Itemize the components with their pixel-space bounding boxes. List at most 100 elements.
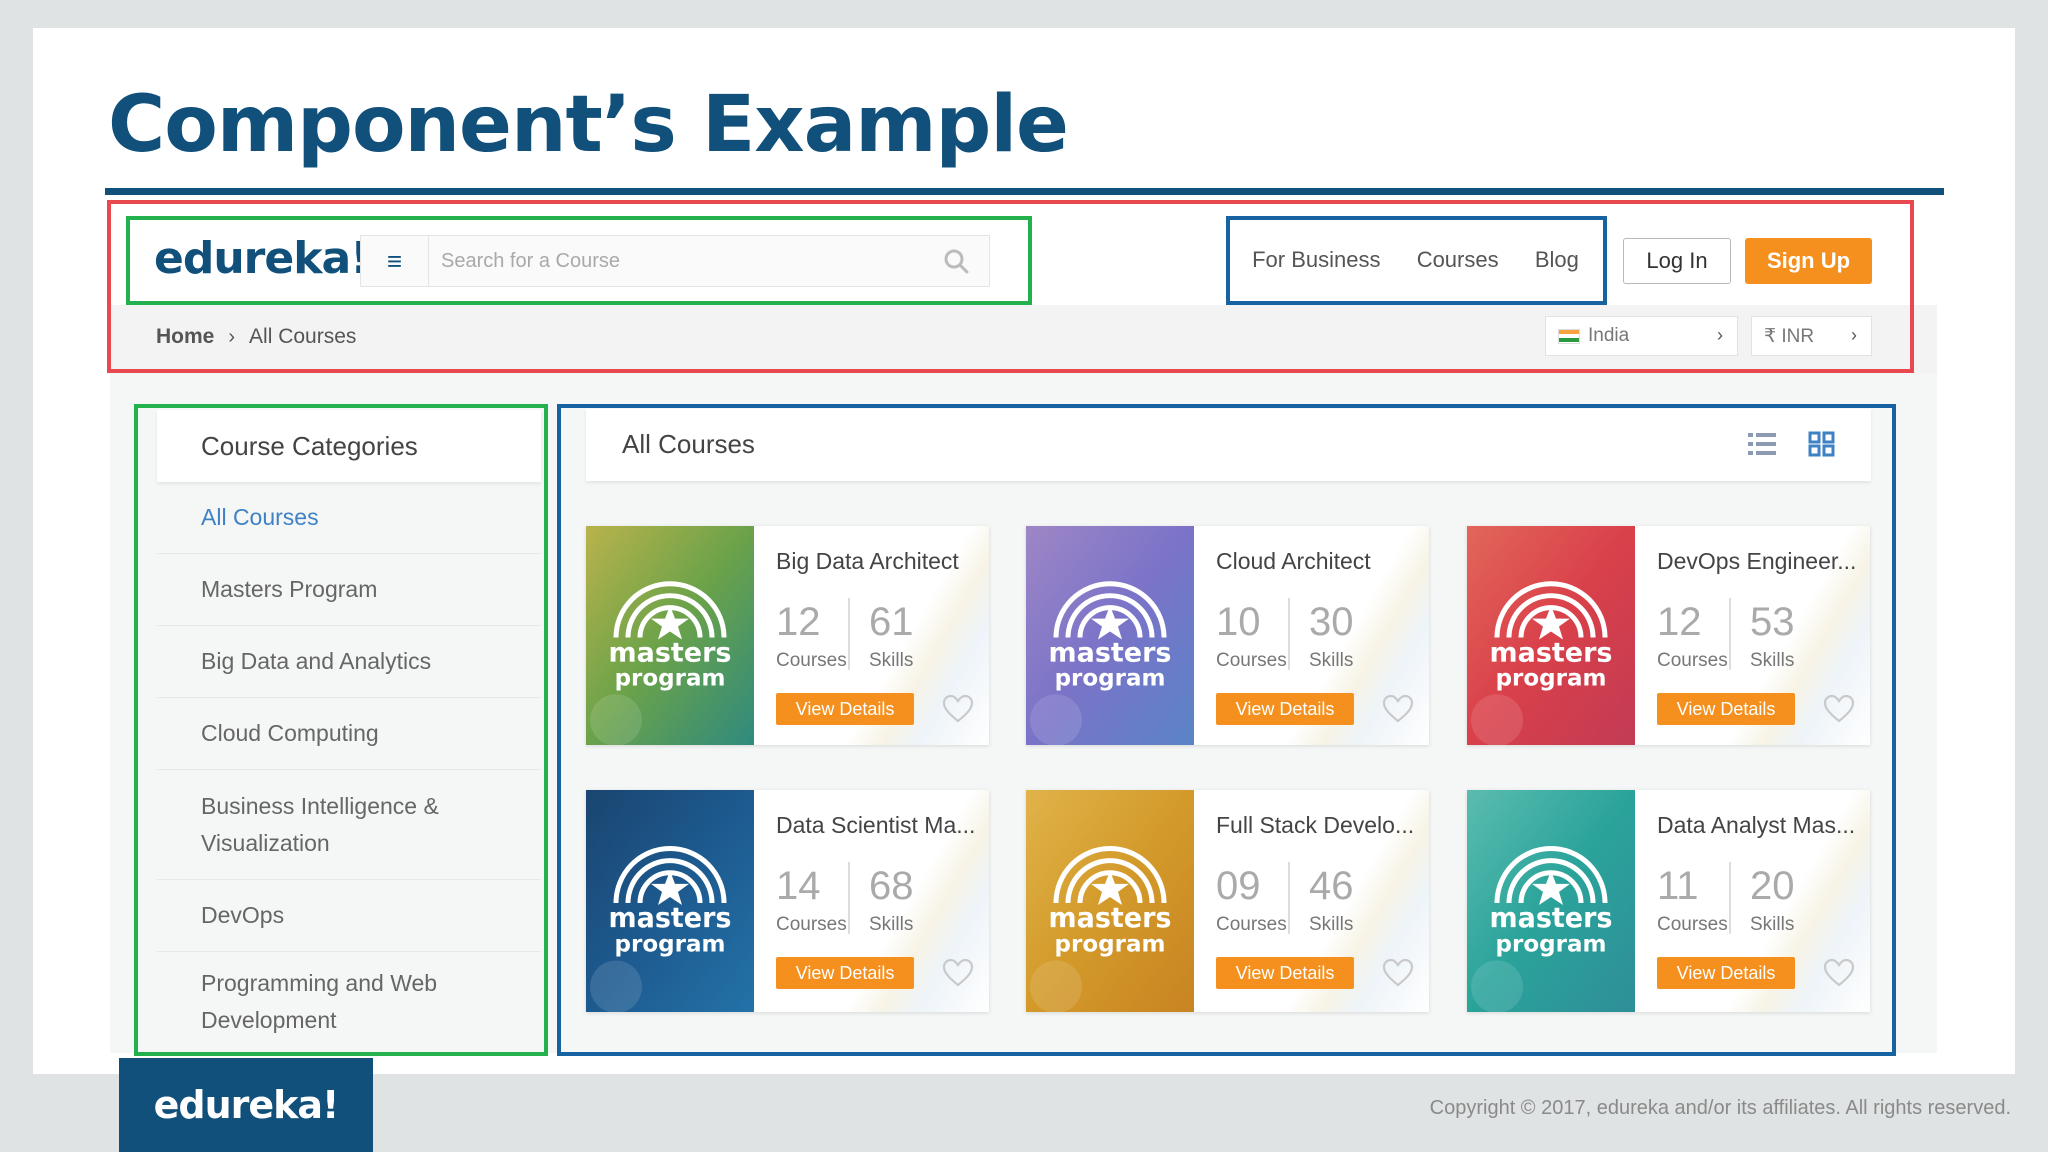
site-logo[interactable]: edureka! — [154, 233, 370, 284]
courses-count: 11 — [1657, 864, 1699, 908]
course-title[interactable]: Cloud Architect — [1216, 548, 1371, 575]
thumb-text-masters: masters — [1490, 637, 1613, 668]
masters-program-thumbnail[interactable]: masters program — [586, 526, 754, 745]
course-card[interactable]: masters program Big Data Architect 12 Co… — [586, 526, 989, 745]
country-selector[interactable]: India › — [1545, 316, 1738, 356]
skills-label: Skills — [869, 650, 914, 671]
skills-label: Skills — [1309, 914, 1354, 935]
thumb-text-program: program — [615, 665, 726, 691]
masters-program-thumbnail[interactable]: masters program — [1026, 790, 1194, 1012]
course-title[interactable]: Data Analyst Mas... — [1657, 812, 1855, 839]
sidebar-item-devops[interactable]: DevOps — [157, 880, 541, 952]
thumb-text-masters: masters — [1049, 637, 1172, 668]
skills-count: 46 — [1309, 864, 1354, 908]
sidebar-item-big-data[interactable]: Big Data and Analytics — [157, 626, 541, 698]
view-details-button[interactable]: View Details — [776, 693, 914, 725]
masters-program-thumbnail[interactable]: masters program — [1467, 790, 1635, 1012]
course-title[interactable]: DevOps Engineer... — [1657, 548, 1856, 575]
courses-count: 12 — [1657, 600, 1702, 644]
chevron-right-icon: › — [1851, 325, 1857, 345]
stat-divider — [1729, 862, 1731, 934]
course-card[interactable]: masters program Cloud Architect 10 Cours… — [1026, 526, 1429, 745]
breadcrumb-current: All Courses — [249, 325, 357, 348]
masters-program-thumbnail[interactable]: masters program — [1026, 526, 1194, 745]
course-card[interactable]: masters program DevOps Engineer... 12 Co… — [1467, 526, 1870, 745]
heart-icon[interactable] — [1382, 958, 1414, 988]
heart-icon[interactable] — [1382, 694, 1414, 724]
copyright-text: Copyright © 2017, edureka and/or its aff… — [1429, 1097, 2011, 1119]
masters-badge-icon: masters program — [1467, 526, 1635, 745]
view-details-button[interactable]: View Details — [1657, 957, 1795, 989]
course-title[interactable]: Big Data Architect — [776, 548, 959, 575]
sidebar-item-business-intelligence[interactable]: Business Intelligence & Visualization — [157, 770, 541, 880]
thumb-text-program: program — [1055, 665, 1166, 691]
courses-count: 14 — [776, 864, 821, 908]
main-title: All Courses — [622, 429, 755, 459]
nav-blog[interactable]: Blog — [1535, 247, 1579, 273]
course-card-body: DevOps Engineer... 12 Courses 53 Skills … — [1635, 526, 1870, 745]
masters-badge-icon: masters program — [586, 526, 754, 745]
currency-value: ₹ INR — [1764, 325, 1815, 347]
breadcrumb: Home › All Courses — [156, 325, 356, 349]
signup-button[interactable]: Sign Up — [1745, 238, 1872, 284]
sidebar-item-programming-web[interactable]: Programming and Web Development — [157, 952, 541, 1052]
heart-icon[interactable] — [942, 958, 974, 988]
login-button[interactable]: Log In — [1623, 238, 1731, 284]
thumb-text-masters: masters — [1490, 903, 1613, 934]
chevron-right-icon: › — [1717, 325, 1723, 345]
grid-view-icon[interactable] — [1808, 431, 1836, 457]
skills-label: Skills — [869, 914, 914, 935]
courses-label: Courses — [776, 650, 847, 671]
stat-divider — [1729, 598, 1731, 670]
nav-courses[interactable]: Courses — [1417, 247, 1499, 273]
masters-program-thumbnail[interactable]: masters program — [1467, 526, 1635, 745]
courses-count: 10 — [1216, 600, 1261, 644]
stat-divider — [848, 862, 850, 934]
search-icon[interactable] — [943, 248, 969, 274]
top-nav: For Business Courses Blog — [1228, 228, 1603, 292]
search-input[interactable] — [441, 236, 921, 286]
stat-divider — [848, 598, 850, 670]
footer-logo: edureka! — [119, 1058, 373, 1152]
india-flag-icon — [1558, 328, 1580, 344]
skills-count: 20 — [1750, 864, 1795, 908]
sidebar-item-cloud-computing[interactable]: Cloud Computing — [157, 698, 541, 770]
sidebar-item-all-courses[interactable]: All Courses — [157, 482, 541, 554]
thumb-text-masters: masters — [609, 637, 732, 668]
course-card[interactable]: masters program Data Analyst Mas... 11 C… — [1467, 790, 1870, 1012]
skills-count: 53 — [1750, 600, 1795, 644]
heart-icon[interactable] — [1823, 958, 1855, 988]
course-title[interactable]: Full Stack Develo... — [1216, 812, 1414, 839]
currency-selector[interactable]: ₹ INR › — [1751, 316, 1872, 356]
skills-count: 30 — [1309, 600, 1354, 644]
hamburger-menu-icon[interactable]: ≡ — [361, 236, 429, 286]
skills-count: 68 — [869, 864, 914, 908]
course-card-body: Data Analyst Mas... 11 Courses 20 Skills… — [1635, 790, 1870, 1012]
masters-program-thumbnail[interactable]: masters program — [586, 790, 754, 1012]
sidebar-item-masters-program[interactable]: Masters Program — [157, 554, 541, 626]
heart-icon[interactable] — [942, 694, 974, 724]
skills-count: 61 — [869, 600, 914, 644]
course-card[interactable]: masters program Full Stack Develo... 09 … — [1026, 790, 1429, 1012]
masters-badge-icon: masters program — [1467, 790, 1635, 1012]
thumb-text-masters: masters — [609, 903, 732, 934]
view-details-button[interactable]: View Details — [1216, 693, 1354, 725]
list-view-icon[interactable] — [1748, 431, 1776, 457]
nav-for-business[interactable]: For Business — [1252, 247, 1380, 273]
view-details-button[interactable]: View Details — [1657, 693, 1795, 725]
heart-icon[interactable] — [1823, 694, 1855, 724]
courses-label: Courses — [776, 914, 847, 935]
view-details-button[interactable]: View Details — [776, 957, 914, 989]
search-bar: ≡ — [360, 235, 990, 287]
course-card[interactable]: masters program Data Scientist Ma... 14 … — [586, 790, 989, 1012]
course-title[interactable]: Data Scientist Ma... — [776, 812, 975, 839]
view-details-button[interactable]: View Details — [1216, 957, 1354, 989]
course-card-body: Cloud Architect 10 Courses 30 Skills Vie… — [1194, 526, 1429, 745]
course-card-body: Big Data Architect 12 Courses 61 Skills … — [754, 526, 989, 745]
thumb-text-program: program — [615, 931, 726, 957]
all-courses-header: All Courses — [586, 409, 1871, 481]
breadcrumb-home[interactable]: Home — [156, 325, 214, 349]
country-value: India — [1588, 325, 1630, 346]
courses-label: Courses — [1216, 650, 1287, 671]
course-categories-sidebar: Course Categories All Courses Masters Pr… — [157, 410, 541, 1052]
